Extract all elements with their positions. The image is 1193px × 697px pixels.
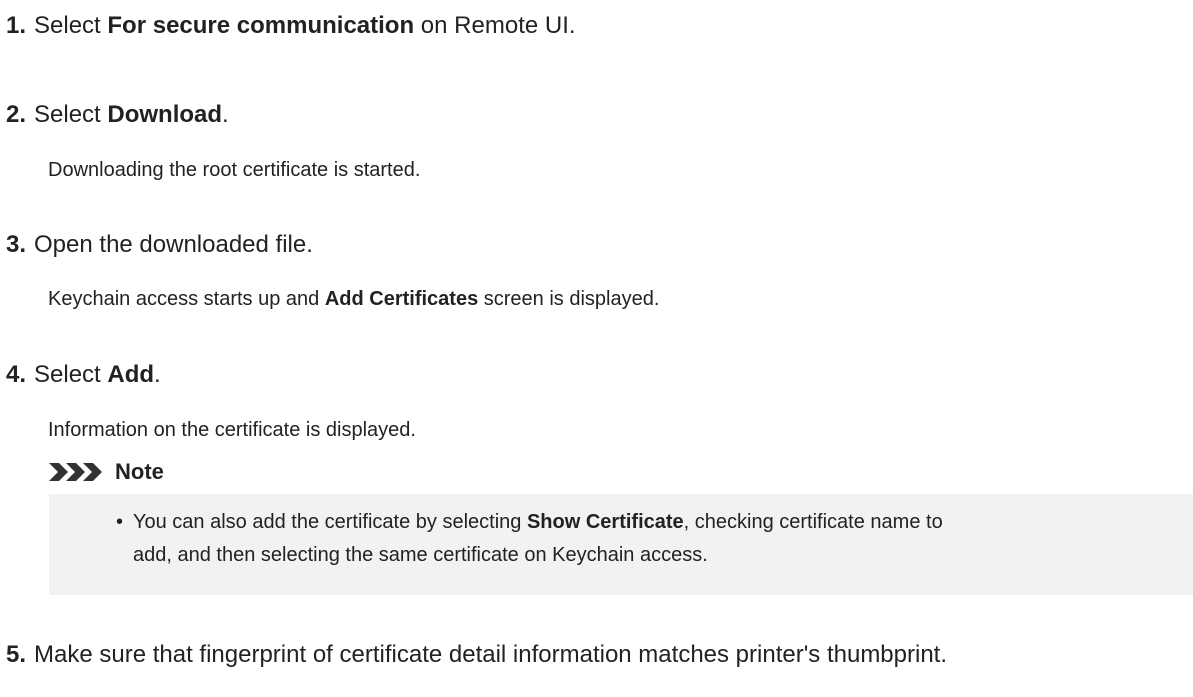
triple-chevron-icon xyxy=(49,463,102,481)
step-3: 3. Open the downloaded file. xyxy=(6,230,313,260)
note-header: Note xyxy=(49,459,164,485)
description-text: Keychain access starts up and xyxy=(48,288,325,310)
step-text: Select xyxy=(34,101,108,128)
step-5: 5. Make sure that fingerprint of certific… xyxy=(6,640,947,670)
note-text: You can also add the certificate by sele… xyxy=(133,511,527,533)
step-3-description: Keychain access starts up and Add Certif… xyxy=(48,286,659,312)
note-box: • You can also add the certificate by se… xyxy=(49,494,1193,595)
step-text: . xyxy=(154,361,161,388)
step-text: . xyxy=(222,101,229,128)
step-2: 2. Select Download. xyxy=(6,100,229,130)
step-number: 5. xyxy=(6,641,27,668)
step-number: 4. xyxy=(6,361,27,388)
ui-term: Add Certificates xyxy=(324,288,479,310)
step-text: Make sure that fingerprint of certificat… xyxy=(34,641,948,668)
note-item-line-1: You can also add the certificate by sele… xyxy=(133,506,943,539)
step-text: Open the downloaded file. xyxy=(34,231,313,258)
step-4: 4. Select Add. xyxy=(6,360,161,390)
description-text: screen is displayed. xyxy=(478,288,660,310)
ui-term: Show Certificate xyxy=(526,511,684,533)
step-4-description: Information on the certificate is displa… xyxy=(48,419,416,441)
ui-term: Add xyxy=(107,361,155,388)
step-number: 3. xyxy=(6,231,27,258)
step-text: Select xyxy=(34,12,108,39)
step-text: Select xyxy=(34,361,108,388)
step-2-description: Downloading the root certificate is star… xyxy=(48,159,421,181)
step-text: on Remote UI. xyxy=(414,12,576,39)
step-number: 1. xyxy=(6,12,27,39)
note-item-line-2: add, and then selecting the same certifi… xyxy=(133,544,708,566)
step-number: 2. xyxy=(6,101,27,128)
ui-term: For secure communication xyxy=(107,12,415,39)
note-title: Note xyxy=(115,459,164,484)
ui-term: Download xyxy=(107,101,223,128)
step-1: 1. Select For secure communication on Rem… xyxy=(6,11,576,41)
note-item: You can also add the certificate by sele… xyxy=(116,506,943,572)
note-text: , checking certificate name to xyxy=(683,511,943,533)
